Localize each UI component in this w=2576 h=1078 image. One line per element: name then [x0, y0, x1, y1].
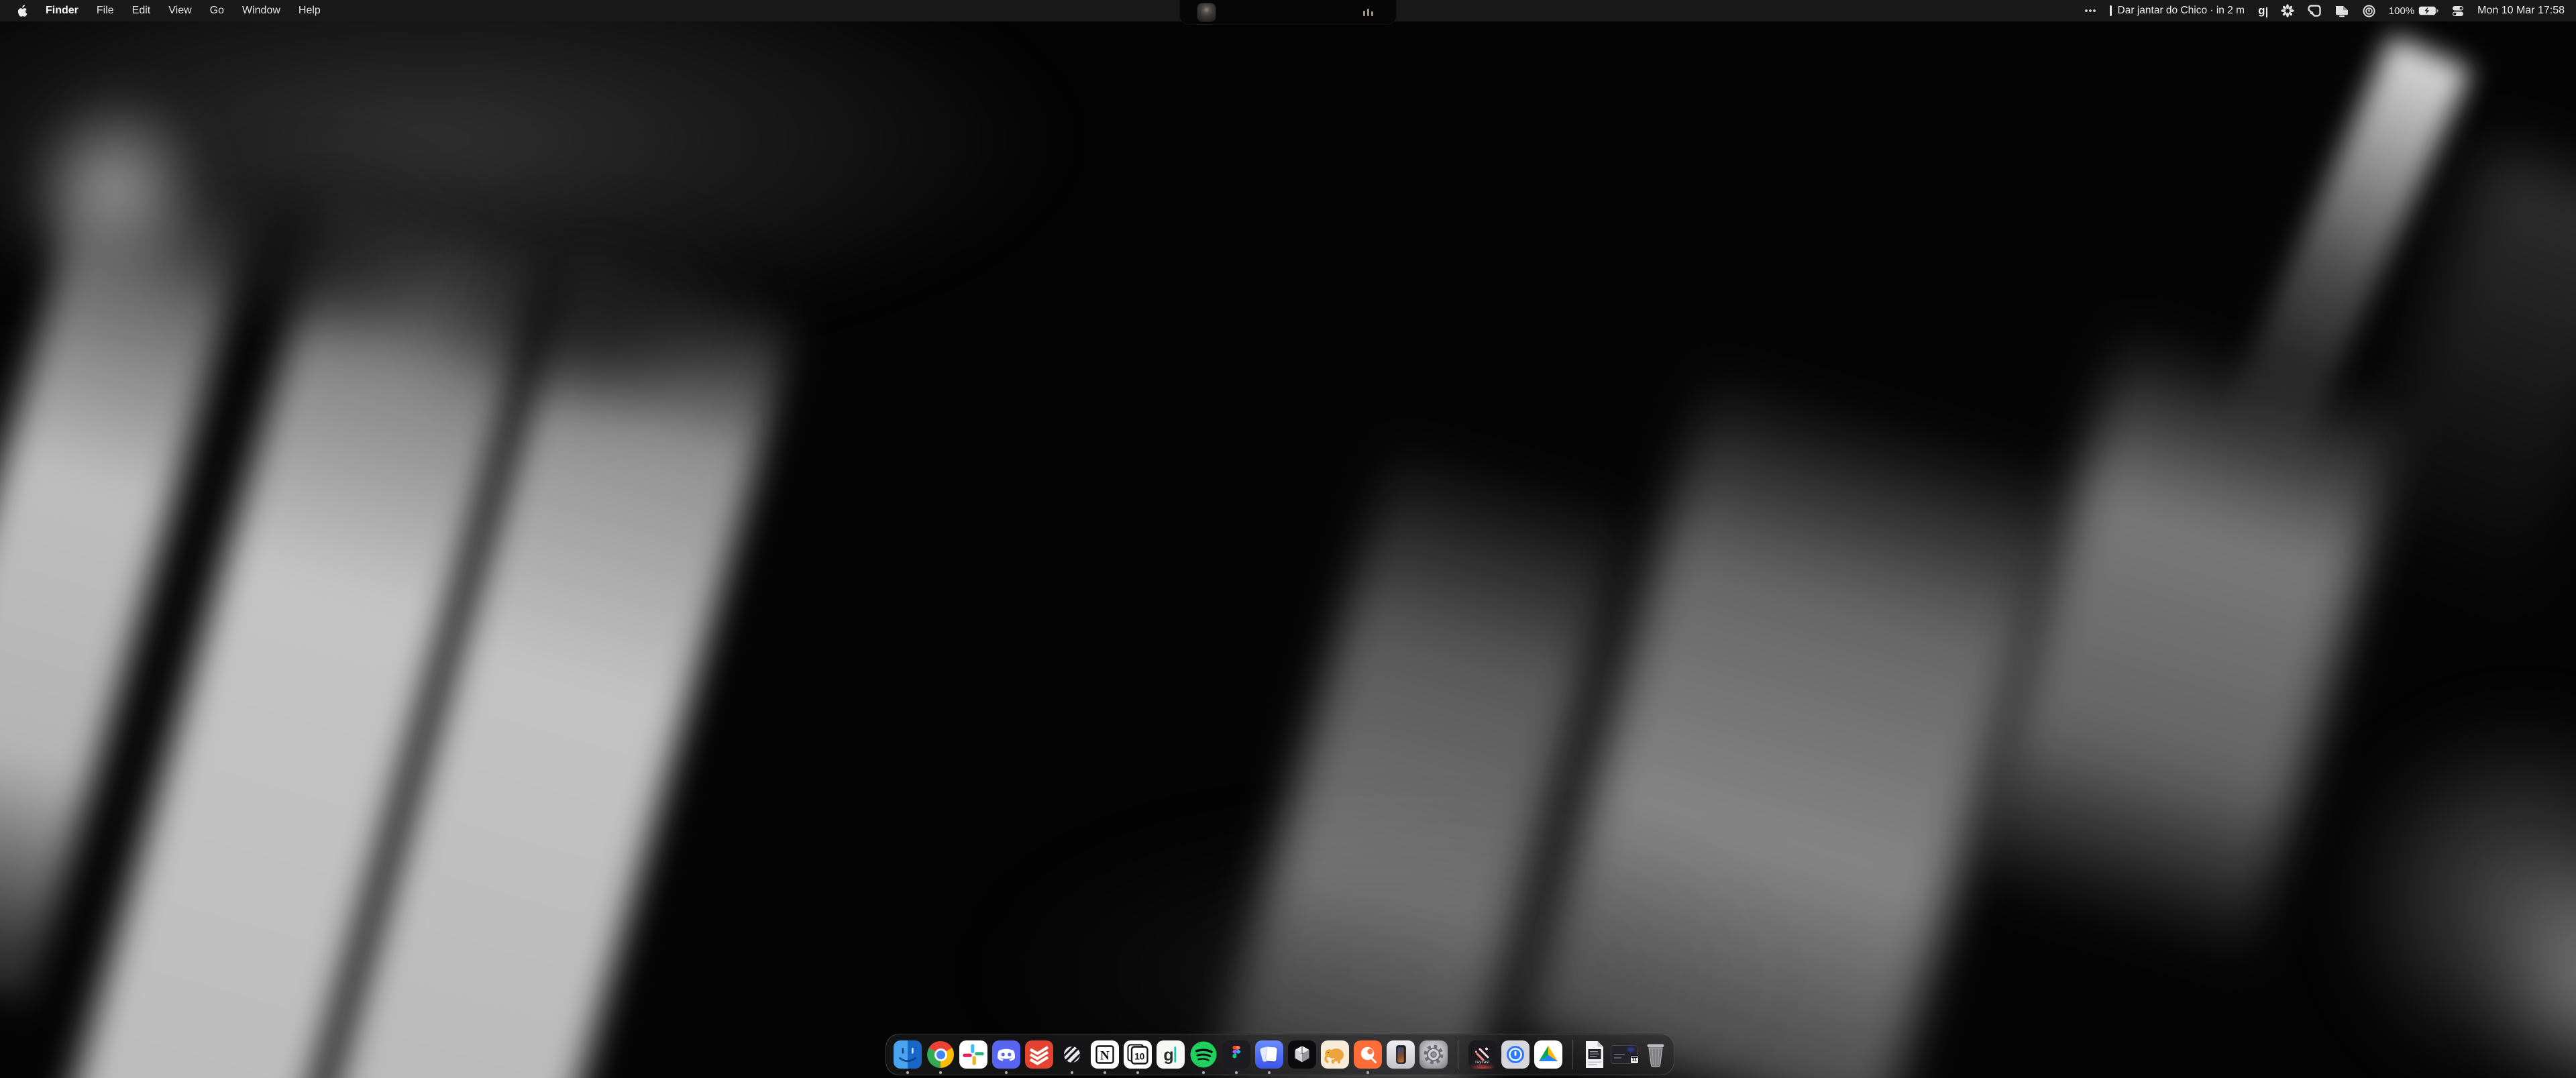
dock-item-grammarly[interactable]: g: [1157, 1040, 1185, 1069]
notion-calendar-icon: 10: [1124, 1040, 1152, 1069]
dock-divider: [1572, 1040, 1573, 1069]
grammarly-letter: g: [2258, 4, 2265, 17]
dock: N 10 g: [885, 1034, 1674, 1075]
cube-3d-icon: [1288, 1040, 1316, 1069]
menu-go[interactable]: Go: [210, 5, 224, 17]
calendar-event-item[interactable]: Dar jantar do Chico · in 2 m: [2110, 5, 2245, 17]
running-indicator: [1202, 1071, 1205, 1074]
running-indicator: [1136, 1071, 1139, 1074]
battery-status[interactable]: 100%: [2389, 5, 2438, 17]
system-settings-gear-icon: [1419, 1040, 1448, 1069]
display-mirroring-icon[interactable]: [2334, 5, 2349, 17]
dock-item-document-file[interactable]: [1583, 1040, 1606, 1069]
document-file-icon: [1584, 1040, 1605, 1069]
running-indicator: [939, 1071, 942, 1074]
running-indicator: [1366, 1071, 1369, 1074]
menu-edit[interactable]: Edit: [132, 5, 151, 17]
menu-bar-clock[interactable]: Mon 10 Mar 17:58: [2477, 5, 2565, 17]
iphone-mirroring-icon: [1387, 1040, 1415, 1069]
menu-window[interactable]: Window: [242, 5, 280, 17]
dock-item-trash[interactable]: [1644, 1040, 1666, 1069]
dock-item-1password[interactable]: [1501, 1040, 1529, 1069]
running-indicator: [906, 1071, 909, 1074]
flower-icon[interactable]: [2281, 4, 2294, 17]
paste-icon: [1255, 1040, 1283, 1069]
grammarly-cursor: [2266, 7, 2267, 17]
now-playing-album-art[interactable]: [1197, 3, 1216, 21]
desktop-wallpaper: [0, 0, 2576, 1078]
wallpaper-streak: [429, 221, 751, 423]
google-drive-icon: [1534, 1040, 1562, 1069]
minimized-window-thumbnail: 11: [1611, 1045, 1638, 1064]
menu-finder[interactable]: Finder: [46, 5, 78, 17]
running-indicator: [1268, 1071, 1271, 1074]
dock-item-cube-3d-app[interactable]: [1288, 1040, 1316, 1069]
trash-icon: [1644, 1040, 1668, 1069]
grammarly-icon[interactable]: g: [2258, 4, 2267, 17]
postman-icon: [1354, 1040, 1382, 1069]
dock-item-figma[interactable]: [1222, 1040, 1250, 1069]
discord-icon: [992, 1040, 1020, 1069]
battery-charging-icon: [2418, 6, 2438, 15]
notion-calendar-number: 10: [1134, 1052, 1144, 1062]
dock-item-finder[interactable]: [894, 1040, 922, 1069]
figma-icon: [1222, 1040, 1250, 1069]
dock-item-discord[interactable]: [992, 1040, 1020, 1069]
dock-item-notion[interactable]: N: [1091, 1040, 1119, 1069]
battery-percent: 100%: [2389, 5, 2414, 17]
dock-item-spotify[interactable]: [1189, 1040, 1218, 1069]
menu-view[interactable]: View: [168, 5, 191, 17]
1password-icon: [1501, 1040, 1529, 1069]
control-center-icon[interactable]: [2452, 5, 2464, 17]
slack-icon: [959, 1040, 987, 1069]
dock-item-ivory[interactable]: [1321, 1040, 1349, 1069]
dock-item-minimized-window[interactable]: 11: [1611, 1040, 1639, 1069]
grammarly-dock-letter: g: [1163, 1046, 1173, 1065]
running-indicator: [1104, 1071, 1106, 1074]
dock-item-google-drive[interactable]: [1534, 1040, 1562, 1069]
wallpaper-streak: [2482, 845, 2576, 1078]
running-indicator: [1235, 1071, 1238, 1074]
menu-bar-left: Finder File Edit View Go Window Help: [0, 5, 321, 17]
overflow-ellipsis-icon[interactable]: [2084, 9, 2096, 13]
todoist-icon: [1025, 1040, 1053, 1069]
running-indicator: [1071, 1071, 1073, 1074]
dock-item-system-settings[interactable]: [1419, 1040, 1448, 1069]
notch-media-island[interactable]: [1179, 0, 1397, 25]
minimized-window-app-badge: 11: [1630, 1055, 1639, 1064]
dock-item-slack[interactable]: [959, 1040, 987, 1069]
calendar-event-title: Dar jantar do Chico · in 2 m: [2118, 5, 2245, 17]
apple-logo-icon: [17, 5, 28, 17]
dock-item-postman[interactable]: [1354, 1040, 1382, 1069]
dock-item-paste[interactable]: [1255, 1040, 1283, 1069]
running-indicator: [1005, 1071, 1008, 1074]
wallpaper-streak: [174, 161, 463, 349]
finder-icon: [894, 1040, 922, 1069]
ivory-mammoth-icon: [1321, 1040, 1349, 1069]
chrome-icon: [927, 1041, 954, 1068]
capture-icon[interactable]: [2308, 5, 2321, 17]
menu-file[interactable]: File: [97, 5, 114, 17]
menu-help[interactable]: Help: [299, 5, 321, 17]
macos-desktop: { "wallpaper": { "description": "black a…: [0, 0, 2576, 1078]
grammarly-dock-icon: g: [1157, 1040, 1185, 1069]
notion-icon: N: [1091, 1040, 1119, 1069]
dock-item-notion-calendar[interactable]: 10: [1124, 1040, 1152, 1069]
1password-menubar-icon[interactable]: [2363, 5, 2375, 17]
notion-letter: N: [1100, 1049, 1110, 1063]
calendar-color-bar-icon: [2110, 5, 2112, 16]
apple-menu[interactable]: [17, 5, 28, 17]
badge-number: 11: [1632, 1058, 1637, 1063]
audio-visualizer-icon: [1363, 8, 1374, 16]
dock-item-linear[interactable]: [1058, 1040, 1086, 1069]
raycast-icon: raycast: [1468, 1040, 1497, 1069]
dock-item-todoist[interactable]: [1025, 1040, 1053, 1069]
dock-item-chrome[interactable]: [926, 1040, 955, 1069]
spotify-icon: [1189, 1040, 1218, 1069]
menu-bar-status-area: Dar jantar do Chico · in 2 m g: [2084, 4, 2576, 17]
dock-item-raycast[interactable]: raycast: [1468, 1040, 1497, 1069]
dock-item-iphone-mirroring[interactable]: [1387, 1040, 1415, 1069]
linear-icon: [1058, 1040, 1086, 1069]
